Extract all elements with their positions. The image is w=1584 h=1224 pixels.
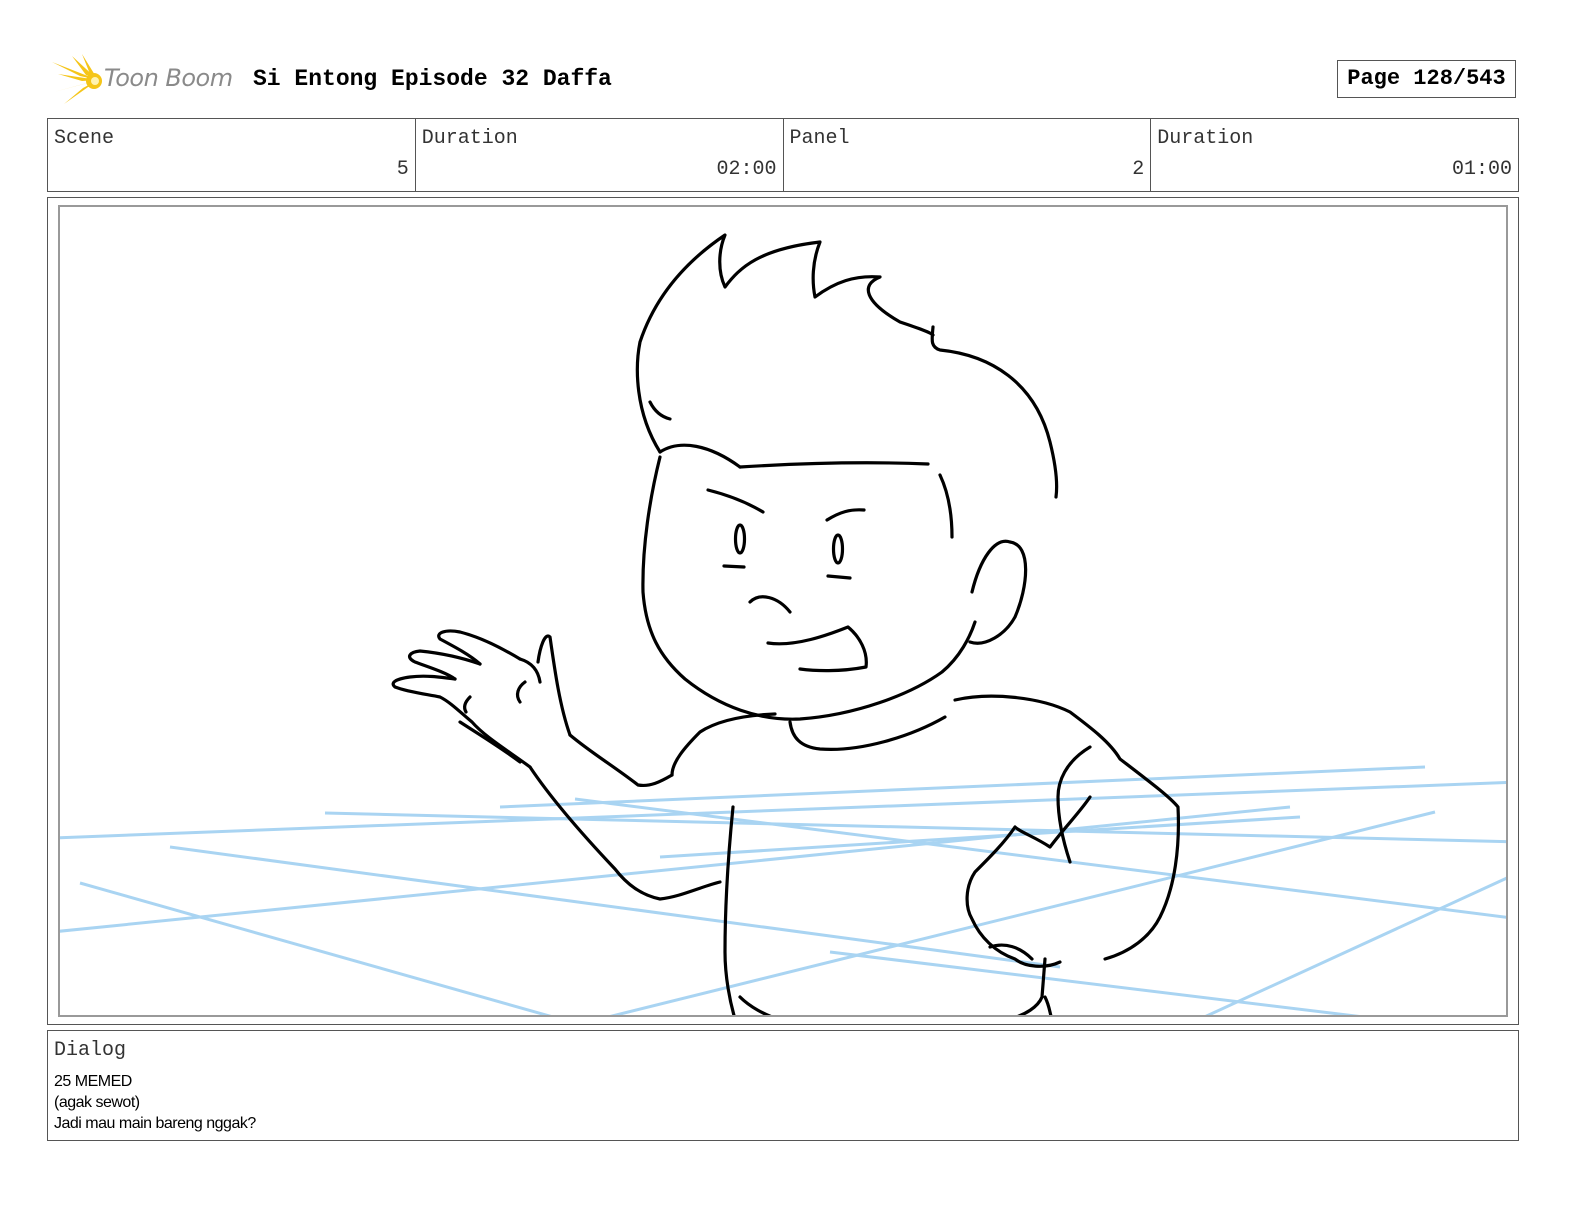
info-row: Scene 5 Duration 02:00 Panel 2 Duration … (47, 118, 1519, 192)
page-number: Page 128/543 (1337, 60, 1516, 98)
scene-cell: Scene 5 (48, 119, 416, 191)
panel-cell: Panel 2 (784, 119, 1152, 191)
scene-duration-label: Duration (421, 127, 518, 150)
dialog-label: Dialog (54, 1039, 127, 1062)
dialog-line: 25 MEMED (54, 1073, 132, 1090)
panel-value: 2 (1132, 158, 1145, 181)
scene-duration-cell: Duration 02:00 (416, 119, 784, 191)
panel-frame (47, 197, 1519, 1025)
panel-duration-label: Duration (1157, 127, 1254, 150)
dialog-text: 25 MEMED (agak sewot) Jadi mau main bare… (54, 1071, 256, 1134)
scene-label: Scene (54, 127, 115, 150)
scene-duration-value: 02:00 (716, 158, 777, 181)
panel-duration-value: 01:00 (1451, 158, 1512, 181)
storyboard-title: Si Entong Episode 32 Daffa (253, 66, 612, 92)
scene-value: 5 (396, 158, 409, 181)
character-sketch (391, 233, 1180, 1015)
storyboard-sketch (60, 233, 1506, 1015)
dialog-line: Jadi mau main bareng nggak? (54, 1115, 256, 1132)
perspective-guide-lines (60, 765, 1506, 1015)
toon-boom-logo: Toon Boom (50, 54, 240, 108)
panel-label: Panel (789, 127, 850, 150)
dialog-line: (agak sewot) (54, 1094, 140, 1111)
logo-wordmark: Toon Boom (104, 64, 233, 92)
toon-boom-flare-icon (52, 54, 102, 104)
panel-duration-cell: Duration 01:00 (1151, 119, 1518, 191)
dialog-box: Dialog 25 MEMED (agak sewot) Jadi mau ma… (47, 1030, 1519, 1141)
panel-image (58, 205, 1508, 1017)
